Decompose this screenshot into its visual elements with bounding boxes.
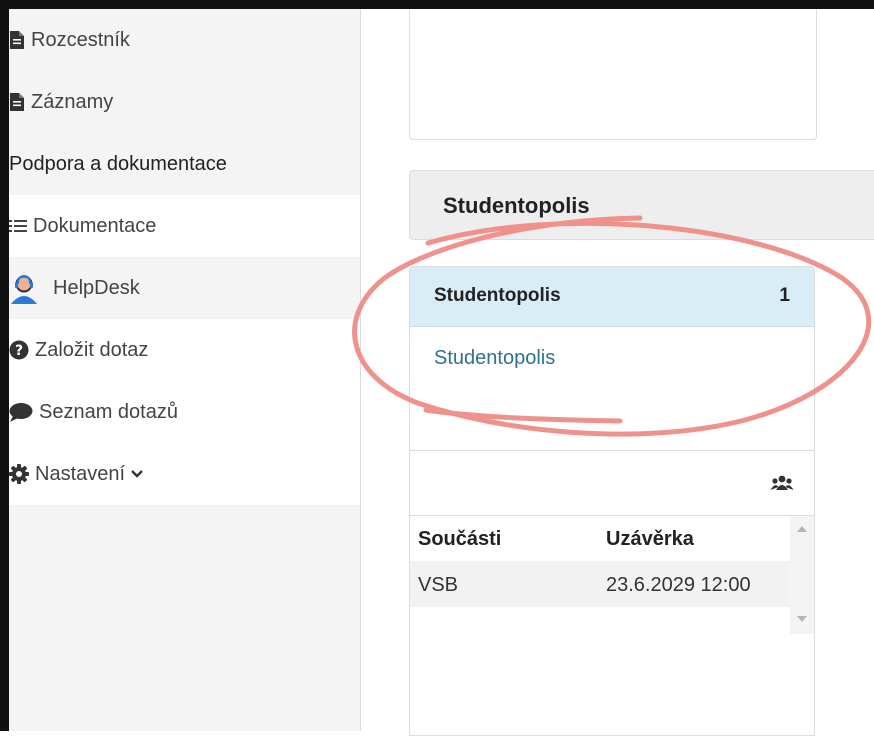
panel-header-title: Studentopolis [434, 285, 561, 306]
sidebar-item-zaznamy[interactable]: Záznamy [9, 71, 360, 133]
sidebar-item-dokumentace[interactable]: Dokumentace [9, 195, 360, 257]
file-icon [9, 92, 25, 112]
sidebar-item-label: Seznam dotazů [39, 400, 178, 423]
sidebar-item-label: Nastavení [35, 462, 126, 485]
sidebar-item-seznam-dotazu[interactable]: Seznam dotazů [9, 381, 360, 443]
table-header-soucasti: Součásti [418, 528, 502, 550]
frame-left-border [0, 0, 9, 731]
section-title: Studentopolis [443, 193, 590, 218]
table-scrollbar[interactable] [790, 516, 814, 634]
sidebar-item-label: Rozcestník [31, 28, 130, 51]
sidebar: Rozcestník Záznamy Podpora a dokumentace… [9, 9, 361, 731]
sidebar-item-zalozit-dotaz[interactable]: ? Založit dotaz [9, 319, 360, 381]
sidebar-item-label: Založit dotaz [35, 338, 149, 361]
sidebar-heading-label: Podpora a dokumentace [9, 152, 227, 175]
panel-header-count: 1 [779, 285, 790, 306]
divider [410, 450, 814, 451]
sidebar-item-label: Záznamy [31, 90, 114, 113]
file-icon [9, 30, 25, 50]
helpdesk-avatar-icon [9, 272, 39, 304]
scroll-down-icon[interactable] [797, 616, 807, 622]
sidebar-item-rozcestnik[interactable]: Rozcestník [9, 9, 360, 71]
section-header: Studentopolis [409, 170, 874, 240]
studentopolis-panel: Studentopolis 1 Studentopolis Součásti U… [409, 266, 815, 736]
table-cell-uzaverka: 23.6.2029 12:00 [606, 574, 751, 596]
chevron-down-icon [131, 469, 143, 479]
sidebar-item-label: Dokumentace [33, 214, 157, 237]
sidebar-item-nastaveni[interactable]: Nastavení [9, 443, 360, 505]
question-circle-icon: ? [9, 340, 29, 360]
svg-text:?: ? [15, 343, 23, 359]
scroll-up-icon[interactable] [797, 526, 807, 532]
studentopolis-link[interactable]: Studentopolis [434, 347, 555, 370]
sidebar-item-helpdesk[interactable]: HelpDesk [9, 257, 360, 319]
panel-header[interactable]: Studentopolis 1 [410, 267, 814, 327]
table-cell-soucast: VSB [418, 574, 459, 596]
sidebar-heading-podpora: Podpora a dokumentace [9, 133, 360, 195]
comment-icon [9, 402, 33, 422]
table-header-uzaverka: Uzávěrka [606, 528, 694, 550]
list-icon [9, 219, 27, 233]
sidebar-item-label: HelpDesk [53, 276, 140, 299]
main-content: Studentopolis Studentopolis 1 Studentopo… [361, 9, 874, 736]
users-icon[interactable] [770, 475, 794, 496]
top-panel [409, 9, 817, 140]
frame-top-border [0, 0, 874, 9]
divider [410, 515, 814, 516]
gear-icon [9, 464, 29, 484]
